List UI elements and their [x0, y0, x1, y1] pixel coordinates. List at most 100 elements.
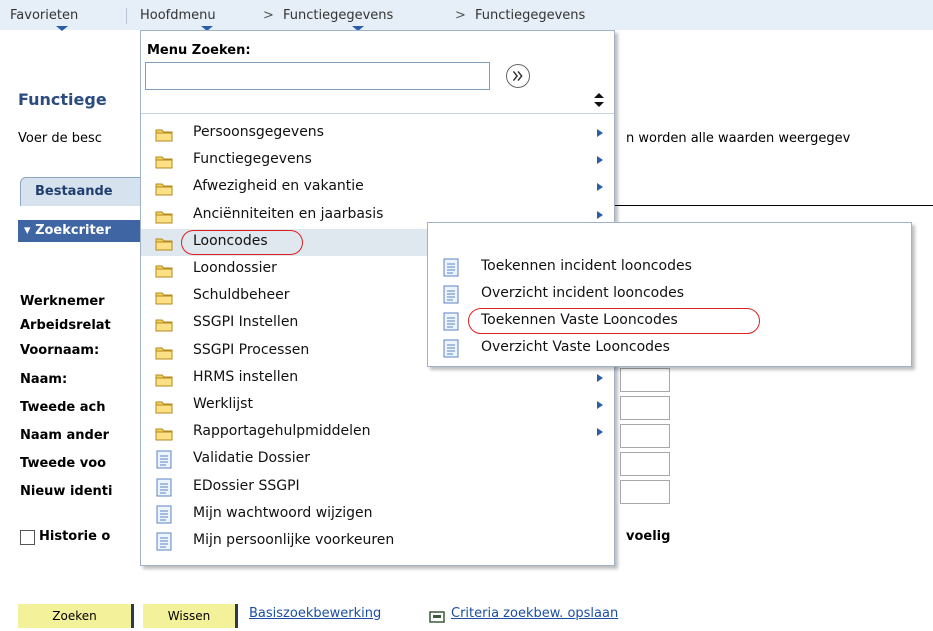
field-label-second-prefix: Tweede voo	[20, 456, 107, 471]
nav-divider	[126, 8, 127, 24]
submenu-item-toekennen-incident-looncodes[interactable]: Toekennen incident looncodes	[428, 254, 911, 281]
field-label-second-last-name: Tweede ach	[20, 400, 106, 415]
clear-button[interactable]: Wissen	[143, 604, 238, 628]
submenu-item-label: Toekennen incident looncodes	[481, 258, 692, 274]
breadcrumb-functiegegevens-1[interactable]: Functiegegevens	[283, 8, 393, 23]
menu-item-label: Schuldbeheer	[193, 287, 290, 304]
nav-main-menu[interactable]: Hoofdmenu	[140, 8, 216, 23]
menu-item-functiegegevens[interactable]: Functiegegevens	[141, 147, 614, 174]
field-label-last-name: Naam:	[20, 372, 68, 387]
submenu-item-label: Overzicht incident looncodes	[481, 285, 685, 301]
submenu-item-overzicht-incident-looncodes[interactable]: Overzicht incident looncodes	[428, 281, 911, 308]
breadcrumb-functiegegevens-2[interactable]: Functiegegevens	[475, 8, 585, 23]
folder-icon	[155, 263, 173, 282]
submenu-item-overzicht-vaste-looncodes[interactable]: Overzicht Vaste Looncodes	[428, 335, 911, 362]
breadcrumb-separator: >	[263, 8, 274, 23]
folder-icon	[155, 236, 173, 255]
menu-item-label: SSGPI Processen	[193, 341, 310, 358]
tab-existing-value[interactable]: Bestaande	[20, 177, 160, 206]
menu-item-label: EDossier SSGPI	[193, 477, 300, 494]
save-criteria-icon[interactable]	[429, 611, 445, 623]
menu-item-label: Rapportagehulpmiddelen	[193, 423, 371, 440]
history-label: Historie o	[39, 529, 111, 544]
breadcrumb-separator: >	[455, 8, 466, 23]
document-icon	[443, 258, 459, 281]
menu-item-afwezigheid-en-vakantie[interactable]: Afwezigheid en vakantie	[141, 174, 614, 201]
field-label-first-name: Voornaam:	[20, 343, 100, 358]
submenu-arrow-icon	[597, 373, 603, 382]
nav-favorites[interactable]: Favorieten	[10, 8, 78, 23]
menu-item-label: Anciënniteiten en jaarbasis	[193, 205, 384, 222]
document-icon	[156, 532, 172, 555]
document-icon	[443, 285, 459, 308]
submenu-arrow-icon	[597, 428, 603, 437]
menu-item-rapportagehulpmiddelen[interactable]: Rapportagehulpmiddelen	[141, 419, 614, 446]
field-label-new-id: Nieuw identi	[20, 484, 113, 499]
menu-item-label: Persoonsgegevens	[193, 124, 324, 140]
menu-item-mijn-persoonlijke-voorkeuren[interactable]: Mijn persoonlijke voorkeuren	[141, 528, 614, 555]
menu-item-label: HRMS instellen	[193, 368, 299, 385]
other-name-input[interactable]	[620, 424, 670, 448]
menu-item-label: Afwezigheid en vakantie	[193, 178, 364, 195]
highlight-circle	[181, 229, 303, 255]
search-criteria-label: Zoekcriter	[35, 223, 111, 238]
second-prefix-input[interactable]	[620, 452, 670, 476]
submenu-arrow-icon	[597, 401, 603, 409]
submenu-arrow-icon	[597, 129, 603, 137]
menu-item-edossier-ssgpi[interactable]: EDossier SSGPI	[141, 474, 614, 501]
page-description: Voer de besc	[18, 131, 102, 146]
folder-icon	[155, 181, 173, 200]
submenu-arrow-icon	[597, 210, 603, 219]
menu-item-persoonsgegevens[interactable]: Persoonsgegevens	[141, 120, 614, 147]
search-criteria-header[interactable]: ▾ Zoekcriter	[18, 220, 158, 242]
highlight-circle	[468, 308, 760, 334]
folder-icon	[155, 426, 173, 445]
new-id-input[interactable]	[620, 480, 670, 504]
submenu-item-toekennen-vaste-looncodes[interactable]: Toekennen Vaste Looncodes	[428, 308, 911, 335]
field-label-other-name: Naam ander	[20, 428, 110, 443]
document-icon	[156, 450, 172, 473]
basic-search-link[interactable]: Basiszoekbewerking	[249, 606, 381, 621]
submenu-arrow-icon	[597, 183, 603, 192]
looncodes-submenu: Toekennen incident looncodes Overzicht in…	[427, 222, 912, 367]
menu-item-label: Mijn wachtwoord wijzigen	[193, 504, 373, 521]
menu-item-mijn-wachtwoord-wijzigen[interactable]: Mijn wachtwoord wijzigen	[141, 501, 614, 528]
save-criteria-link[interactable]: Criteria zoekbew. opslaan	[451, 606, 618, 621]
field-label-employee: Werknemer	[20, 294, 105, 309]
folder-icon	[155, 399, 173, 418]
submenu-item-label: Overzicht Vaste Looncodes	[481, 339, 670, 355]
page-description-tail: n worden alle waarden weergegev	[626, 131, 851, 146]
favorites-chevron-down-icon[interactable]	[56, 26, 68, 31]
field-label-employment: Arbeidsrelat	[20, 318, 111, 333]
folder-icon	[155, 290, 173, 309]
folder-icon	[155, 317, 173, 336]
top-navigation: Favorieten Hoofdmenu > Functiegegevens >…	[0, 0, 933, 31]
last-name-input[interactable]	[620, 368, 670, 392]
document-icon	[443, 312, 459, 335]
folder-icon	[155, 345, 173, 364]
folder-icon	[155, 127, 173, 146]
second-last-name-input[interactable]	[620, 396, 670, 420]
menu-separator	[141, 113, 614, 114]
folder-icon	[155, 154, 173, 173]
menu-item-label: SSGPI Instellen	[193, 314, 299, 331]
folder-icon	[155, 372, 173, 391]
menu-item-label: Validatie Dossier	[193, 450, 310, 467]
menu-item-label: Loondossier	[193, 260, 277, 276]
menu-item-werklijst[interactable]: Werklijst	[141, 392, 614, 419]
menu-item-label: Functiegegevens	[193, 151, 312, 168]
document-icon	[156, 478, 172, 501]
folder-icon	[155, 209, 173, 228]
menu-search-label: Menu Zoeken:	[147, 43, 251, 58]
menu-item-validatie-dossier[interactable]: Validatie Dossier	[141, 446, 614, 473]
history-label-tail: voelig	[626, 529, 671, 544]
go-arrow-icon[interactable]	[506, 64, 530, 88]
menu-item-label: Werklijst	[193, 396, 253, 412]
search-button[interactable]: Zoeken	[18, 604, 134, 628]
sort-icon[interactable]	[594, 93, 604, 107]
history-checkbox[interactable]	[20, 530, 35, 545]
submenu-arrow-icon	[597, 156, 603, 165]
menu-search-input[interactable]	[145, 62, 490, 90]
collapse-triangle-icon: ▾	[24, 223, 36, 238]
menu-item-hrms-instellen[interactable]: HRMS instellen	[141, 365, 614, 392]
